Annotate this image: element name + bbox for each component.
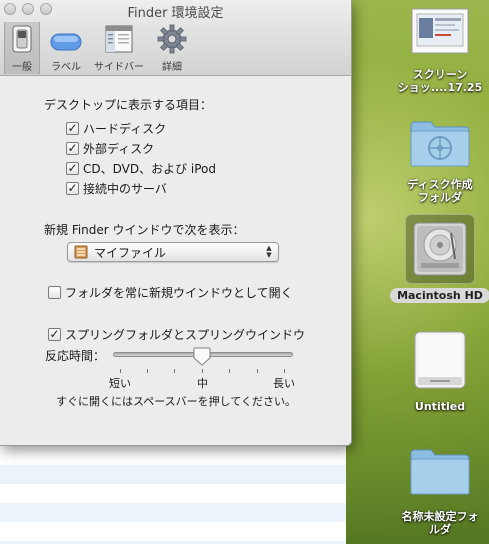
window-title: Finder 環境設定 — [127, 6, 224, 21]
all-my-files-icon — [74, 245, 88, 259]
desktop-item-burn-folder[interactable]: ディスク作成 フォルダ — [385, 118, 489, 204]
tab-general[interactable]: 一般 — [4, 22, 40, 74]
checkbox-checked[interactable]: ✓ — [66, 161, 79, 175]
burn-folder-icon — [410, 121, 470, 167]
tab-labels[interactable]: ラベル — [46, 22, 86, 74]
option-label: スプリングフォルダとスプリングウインドウ — [65, 327, 306, 342]
delay-label: 反応時間： — [45, 349, 106, 363]
desktop-item-label: 名称未設定フォ — [401, 510, 479, 523]
desktop-item-label: Macintosh HD — [390, 288, 489, 303]
screenshot-icon — [411, 8, 469, 54]
popup-selected-value: マイファイル — [94, 245, 167, 260]
spacebar-hint: すぐに開くにはスペースバーを押してください。 — [55, 395, 297, 408]
selection-highlight — [405, 214, 475, 284]
tab-label: 一般 — [12, 62, 32, 73]
desktop-item-untitled-folder[interactable]: 名称未設定フォ ルダ — [385, 446, 489, 536]
desktop-item-label: ルダ — [429, 523, 451, 536]
toolbar: Finder 環境設定 一般 ラベル サイドバー 詳細 — [0, 0, 351, 76]
checkbox-checked[interactable]: ✓ — [66, 141, 79, 155]
hard-drive-icon — [413, 222, 467, 276]
external-drive-icon — [414, 331, 466, 389]
label-icon — [50, 33, 82, 51]
desktop-item-screenshot[interactable]: スクリーン ショッ....17.25 — [385, 8, 489, 94]
slider-tick — [147, 369, 148, 373]
updown-arrows-icon: ▲ ▼ — [266, 244, 272, 259]
desktop-item-label: ショッ....17.25 — [397, 81, 483, 94]
slider-tick — [257, 369, 258, 373]
show-cds-dvds-ipods-option[interactable]: ✓ CD、DVD、および iPod — [66, 160, 216, 176]
tab-label: ラベル — [51, 62, 81, 73]
switch-icon — [12, 25, 32, 53]
desktop-item-label: ディスク作成 — [407, 178, 473, 191]
option-label: 接続中のサーバ — [83, 181, 167, 196]
new-window-title: 新規 Finder ウインドウで次を表示： — [44, 223, 245, 237]
spring-loaded-option[interactable]: ✓ スプリングフォルダとスプリングウインドウ — [48, 326, 305, 342]
show-hard-disks-option[interactable]: ✓ ハードディスク — [66, 120, 166, 136]
desktop-items-title: デスクトップに表示する項目： — [44, 98, 213, 112]
desktop-item-label: Untitled — [414, 400, 466, 413]
delay-slider-thumb[interactable] — [193, 347, 211, 366]
finder-preferences-window: Finder 環境設定 一般 ラベル サイドバー 詳細 デスクトップに表示する項… — [0, 0, 352, 446]
checkbox-checked[interactable]: ✓ — [48, 327, 61, 341]
slider-mark-medium: 中 — [197, 377, 208, 390]
desktop-item-macintosh-hd[interactable]: Macintosh HD — [385, 214, 489, 303]
option-label: CD、DVD、および iPod — [83, 161, 217, 176]
open-folders-new-window-option[interactable]: フォルダを常に新規ウインドウとして開く — [48, 284, 293, 300]
desktop-item-untitled[interactable]: Untitled — [385, 330, 489, 413]
tab-label: サイドバー — [94, 62, 144, 73]
tab-label: 詳細 — [162, 62, 182, 73]
folder-icon — [410, 449, 470, 495]
sidebar-icon — [105, 25, 133, 53]
slider-mark-long: 長い — [273, 377, 295, 390]
option-label: ハードディスク — [83, 121, 167, 136]
desktop-item-label: スクリーン — [412, 68, 468, 81]
slider-tick — [174, 369, 175, 373]
option-label: フォルダを常に新規ウインドウとして開く — [65, 285, 293, 300]
option-label: 外部ディスク — [83, 141, 155, 156]
checkbox-checked[interactable]: ✓ — [66, 121, 79, 135]
slider-tick — [229, 369, 230, 373]
show-external-disks-option[interactable]: ✓ 外部ディスク — [66, 140, 154, 156]
background-finder-window — [0, 446, 346, 544]
checkbox-unchecked[interactable] — [48, 285, 61, 299]
slider-tick — [202, 369, 203, 373]
tab-sidebar[interactable]: サイドバー — [90, 22, 148, 74]
show-connected-servers-option[interactable]: ✓ 接続中のサーバ — [66, 180, 167, 196]
slider-tick — [120, 369, 121, 373]
slider-tick — [284, 369, 285, 373]
checkbox-checked[interactable]: ✓ — [66, 181, 79, 195]
new-window-target-popup[interactable]: マイファイル ▲ ▼ — [67, 242, 279, 262]
gear-icon — [157, 24, 187, 54]
slider-mark-short: 短い — [109, 377, 131, 390]
tab-advanced[interactable]: 詳細 — [152, 22, 192, 74]
desktop-item-label: フォルダ — [417, 191, 462, 204]
